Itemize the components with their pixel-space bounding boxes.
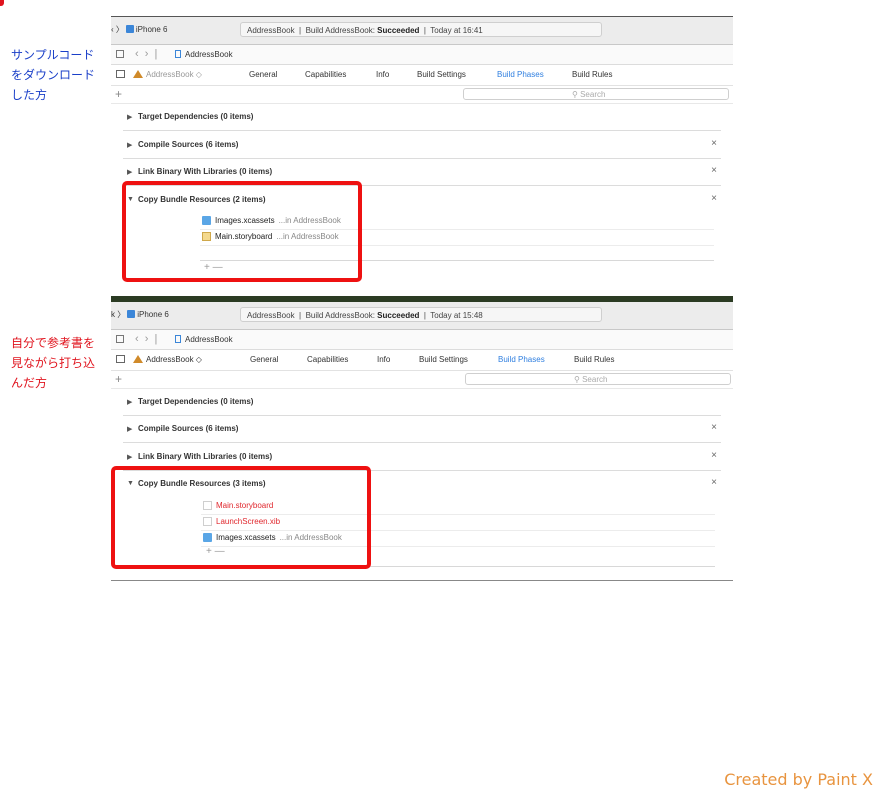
toolbar: k 〉 iPhone 6 AddressBook | Build AddressB… <box>111 302 733 330</box>
tab-info[interactable]: Info <box>376 70 389 79</box>
tab-general[interactable]: General <box>250 355 278 364</box>
tab-build-rules[interactable]: Build Rules <box>572 70 612 79</box>
side-label-line: をダウンロード <box>11 68 96 82</box>
side-label-bottom: 自分で参考書を 見ながら打ち込 んだ方 <box>11 333 95 393</box>
phase-target-dependencies[interactable]: ▶ Target Dependencies (0 items) <box>123 388 721 416</box>
tab-capabilities[interactable]: Capabilities <box>305 70 346 79</box>
phase-compile-sources[interactable]: ▶ Compile Sources (6 items) × <box>123 131 721 159</box>
filter-bar: + ⚲ Search <box>111 86 733 104</box>
target-label: AddressBook ◇ <box>146 70 202 79</box>
search-icon: ⚲ <box>572 90 581 99</box>
scheme-device-selector[interactable]: ‹ 〉 iPhone 6 <box>111 24 167 35</box>
phase-title: Compile Sources (6 items) <box>138 140 239 149</box>
activity-project: AddressBook <box>247 311 295 320</box>
disclosure-right-icon[interactable]: ▶ <box>127 425 132 433</box>
activity-view: AddressBook | Build AddressBook: Succeed… <box>240 307 602 322</box>
side-label-line: 見ながら打ち込 <box>11 356 96 370</box>
disclosure-right-icon[interactable]: ▶ <box>127 113 132 121</box>
side-label-line: 自分で参考書を <box>11 336 96 350</box>
activity-build: Build AddressBook: <box>305 311 375 320</box>
project-file-icon <box>175 50 181 58</box>
disclosure-right-icon[interactable]: ▶ <box>127 141 132 149</box>
tab-build-settings[interactable]: Build Settings <box>419 355 468 364</box>
phase-title: Compile Sources (6 items) <box>138 424 239 433</box>
highlight-box-top <box>122 181 362 282</box>
activity-time: Today at 15:48 <box>430 311 483 320</box>
tab-build-phases[interactable]: Build Phases <box>498 355 545 364</box>
search-placeholder: Search <box>582 375 608 384</box>
activity-status: Succeeded <box>377 311 420 320</box>
tab-build-phases[interactable]: Build Phases <box>497 70 544 79</box>
remove-phase-icon[interactable]: × <box>711 450 717 461</box>
search-placeholder: Search <box>580 90 606 99</box>
jump-bar-file-label: AddressBook <box>185 335 233 344</box>
jump-bar: ‹ › | AddressBook <box>111 45 733 65</box>
target-selector[interactable]: AddressBook ◇ <box>133 70 202 79</box>
phase-compile-sources[interactable]: ▶ Compile Sources (6 items) × <box>123 415 721 443</box>
app-target-icon <box>133 355 143 363</box>
iphone-icon <box>125 25 134 33</box>
side-label-line: サンプルコード <box>11 48 95 62</box>
editor-tab-bar: AddressBook ◇ General Capabilities Info … <box>111 65 733 86</box>
side-label-top: サンプルコード をダウンロード した方 <box>11 45 95 105</box>
sidebar-toggle-icon[interactable] <box>116 355 125 363</box>
device-nav-arrows: k 〉 <box>111 310 126 319</box>
add-build-phase-button[interactable]: + <box>115 87 122 101</box>
jump-bar-file[interactable]: AddressBook <box>175 50 233 59</box>
tab-build-rules[interactable]: Build Rules <box>574 355 614 364</box>
tab-general[interactable]: General <box>249 70 277 79</box>
remove-phase-icon[interactable]: × <box>711 193 717 204</box>
disclosure-right-icon[interactable]: ▶ <box>127 453 132 461</box>
device-name: iPhone 6 <box>135 25 168 34</box>
activity-build: Build AddressBook: <box>305 26 375 35</box>
filter-bar: + ⚲ Search <box>111 371 733 389</box>
activity-status: Succeeded <box>377 26 420 35</box>
nav-back-forward-icon[interactable]: ‹ › | <box>135 48 157 60</box>
activity-time: Today at 16:41 <box>430 26 483 35</box>
tab-info[interactable]: Info <box>377 355 390 364</box>
project-file-icon <box>175 335 181 343</box>
side-label-line: した方 <box>11 88 48 102</box>
remove-phase-icon[interactable]: × <box>711 165 717 176</box>
jump-bar-file[interactable]: AddressBook <box>175 335 233 344</box>
phase-title: Link Binary With Libraries (0 items) <box>138 452 273 461</box>
related-items-grid-icon[interactable] <box>116 335 124 343</box>
add-build-phase-button[interactable]: + <box>115 372 122 386</box>
jump-bar: ‹ › | AddressBook <box>111 330 733 350</box>
app-target-icon <box>133 70 143 78</box>
target-label: AddressBook ◇ <box>146 355 202 364</box>
side-label-line: んだ方 <box>11 376 48 390</box>
activity-project: AddressBook <box>247 26 295 35</box>
device-nav-arrows: ‹ 〉 <box>111 25 124 34</box>
search-icon: ⚲ <box>574 375 583 384</box>
search-field[interactable]: ⚲ Search <box>465 373 731 385</box>
device-name: iPhone 6 <box>137 310 169 319</box>
red-corner-mark <box>0 0 4 6</box>
remove-phase-icon[interactable]: × <box>711 477 717 488</box>
scheme-device-selector[interactable]: k 〉 iPhone 6 <box>111 309 169 320</box>
disclosure-right-icon[interactable]: ▶ <box>127 398 132 406</box>
iphone-icon <box>127 310 136 318</box>
phase-title: Target Dependencies (0 items) <box>138 397 254 406</box>
nav-back-forward-icon[interactable]: ‹ › | <box>135 333 157 345</box>
phase-title: Link Binary With Libraries (0 items) <box>138 167 273 176</box>
activity-view: AddressBook | Build AddressBook: Succeed… <box>240 22 602 37</box>
toolbar: ‹ 〉 iPhone 6 AddressBook | Build AddressB… <box>111 17 733 45</box>
related-items-grid-icon[interactable] <box>116 50 124 58</box>
search-field[interactable]: ⚲ Search <box>463 88 729 100</box>
jump-bar-file-label: AddressBook <box>185 50 233 59</box>
phase-title: Target Dependencies (0 items) <box>138 112 254 121</box>
highlight-box-bottom <box>111 466 371 569</box>
sidebar-toggle-icon[interactable] <box>116 70 125 78</box>
disclosure-right-icon[interactable]: ▶ <box>127 168 132 176</box>
remove-phase-icon[interactable]: × <box>711 138 717 149</box>
phase-target-dependencies[interactable]: ▶ Target Dependencies (0 items) <box>123 103 721 131</box>
tab-capabilities[interactable]: Capabilities <box>307 355 348 364</box>
tab-build-settings[interactable]: Build Settings <box>417 70 466 79</box>
editor-tab-bar: AddressBook ◇ General Capabilities Info … <box>111 350 733 371</box>
credit-watermark: Created by Paint X <box>724 770 873 789</box>
target-selector[interactable]: AddressBook ◇ <box>133 355 202 364</box>
remove-phase-icon[interactable]: × <box>711 422 717 433</box>
